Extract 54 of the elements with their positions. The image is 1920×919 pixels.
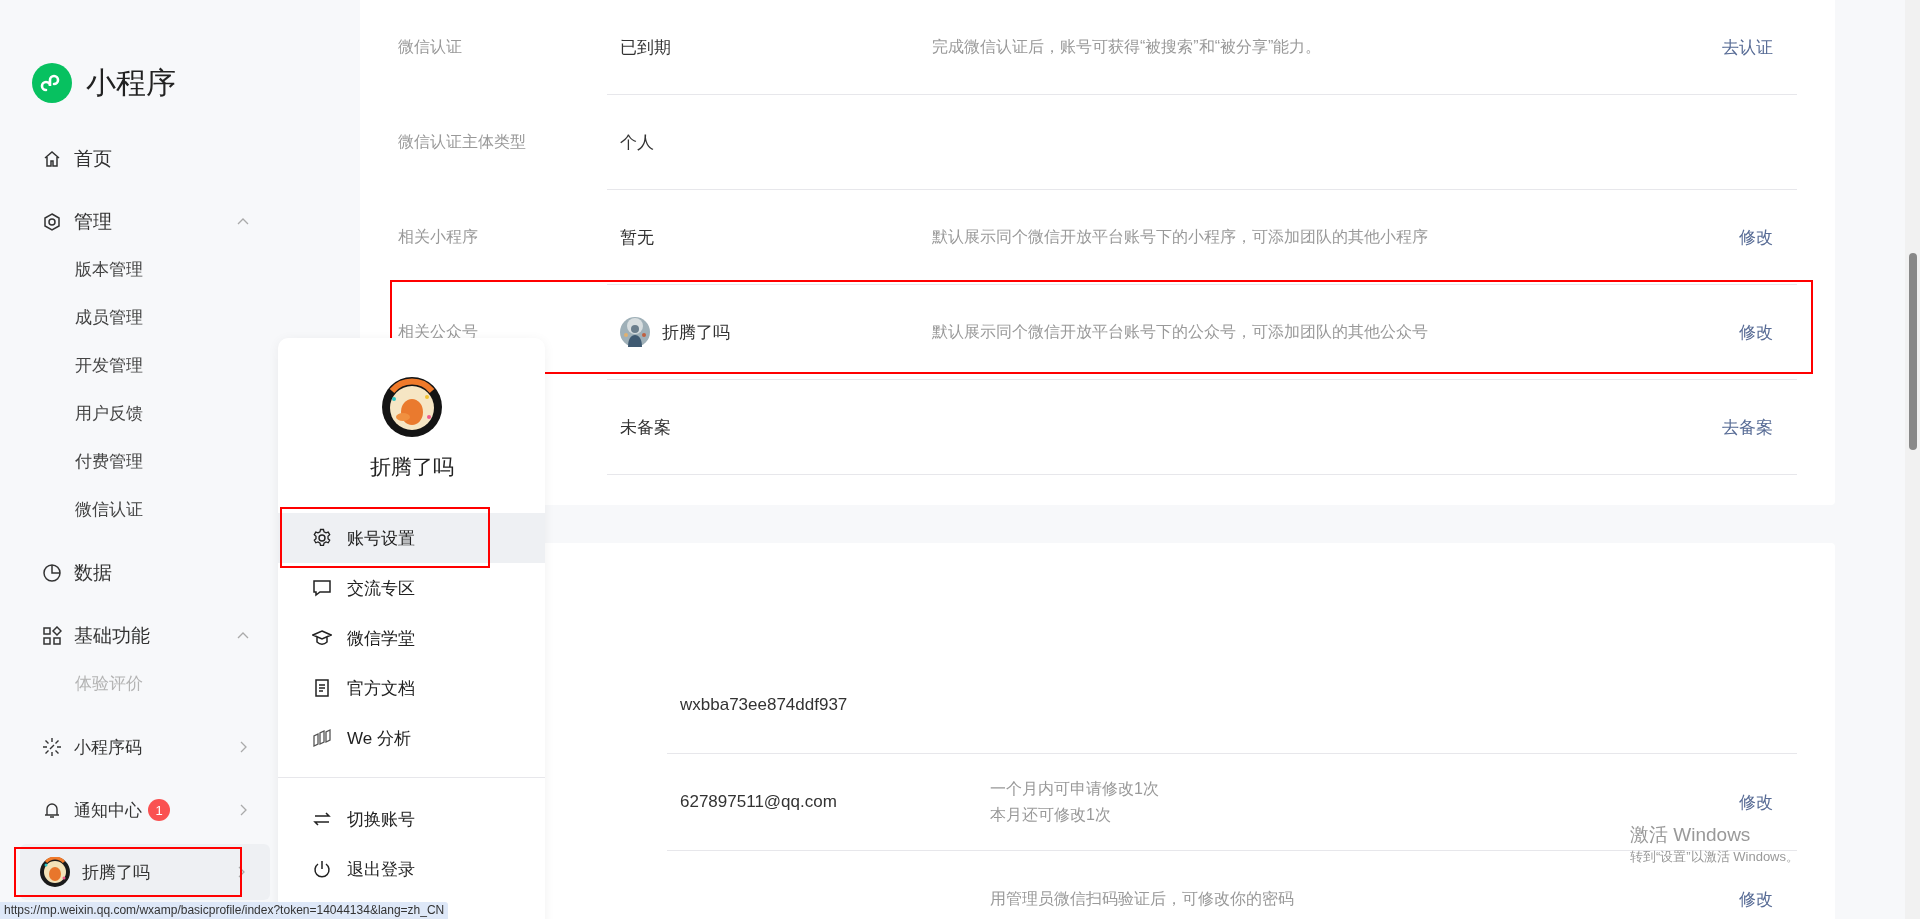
activation-title: 激活 Windows	[1630, 823, 1752, 847]
field-description: 默认展示同个微信开放平台账号下的小程序，可添加团队的其他小程序	[932, 226, 1429, 247]
field-description: 本月还可修改1次	[990, 805, 1112, 825]
field-value: 暂无	[620, 226, 654, 249]
field-label: 微信认证主体类型	[397, 132, 527, 152]
menu-item[interactable]: 退出登录	[278, 844, 545, 894]
action-link[interactable]: 修改	[1739, 320, 1773, 344]
menu-item[interactable]: 微信学堂	[278, 613, 545, 663]
home-icon	[42, 149, 62, 169]
account-name: 折腾了吗	[369, 454, 454, 480]
hexagon-icon	[42, 212, 62, 232]
logo-icon	[32, 63, 72, 103]
scrollbar-thumb[interactable]	[1909, 253, 1917, 450]
action-link[interactable]: 去认证	[1722, 35, 1773, 59]
action-link[interactable]: 修改	[1739, 225, 1773, 249]
field-value: 627897511@qq.com	[679, 792, 838, 812]
field-value: 已到期	[620, 36, 671, 59]
link-preview-tooltip: https://mp.weixin.qq.com/wxamp/basicprofile/index?token=14044134&lang=zh_CN	[0, 902, 449, 919]
field-label: 微信认证	[397, 37, 463, 57]
settings-icon	[312, 528, 332, 548]
field-description: 一个月内可申请修改1次	[990, 779, 1160, 799]
field-description: 用管理员微信扫码验证后，可修改你的密码	[990, 889, 1295, 909]
activation-hint: 转到“设置”以激活 Windows。	[1630, 848, 1799, 866]
sidebar-subitem[interactable]: 成员管理	[0, 294, 360, 342]
menu-item[interactable]: 账号设置	[278, 513, 545, 563]
grid-icon	[42, 626, 62, 646]
field-description: 默认展示同个微信开放平台账号下的公众号，可添加团队的其他公众号	[932, 321, 1429, 342]
scrollbar[interactable]	[1905, 0, 1920, 919]
pie-chart-icon	[42, 563, 62, 583]
field-value: wxbba73ee874ddf937	[679, 695, 849, 715]
action-link[interactable]: 去备案	[1722, 415, 1773, 439]
sparkle-icon	[42, 737, 62, 757]
graduation-cap-icon	[312, 628, 332, 648]
menu-item[interactable]: We 分析	[278, 713, 545, 763]
bars-icon	[312, 728, 332, 748]
field-description: 完成微信认证后，账号可获得“被搜索”和“被分享”能力。	[932, 36, 1323, 57]
power-icon	[312, 859, 332, 879]
menu-item[interactable]: 切换账号	[278, 794, 545, 844]
sidebar-item[interactable]: 管理	[0, 198, 360, 246]
field-value: 未备案	[620, 416, 671, 439]
document-icon	[312, 678, 332, 698]
app-title: 小程序	[86, 64, 176, 101]
menu-item[interactable]: 官方文档	[278, 663, 545, 713]
action-link[interactable]: 修改	[1739, 887, 1773, 911]
sidebar-item[interactable]: 首页	[0, 135, 360, 183]
menu-item[interactable]: 交流专区	[278, 563, 545, 613]
field-value: 折腾了吗	[662, 321, 730, 344]
notification-badge: 1	[148, 799, 170, 821]
field-value: 个人	[620, 131, 654, 154]
bell-icon	[42, 800, 62, 820]
sidebar-subitem[interactable]: 版本管理	[0, 246, 360, 294]
field-label: 相关小程序	[397, 227, 479, 247]
action-link[interactable]: 修改	[1739, 790, 1773, 814]
chat-bubble-icon	[312, 578, 332, 598]
